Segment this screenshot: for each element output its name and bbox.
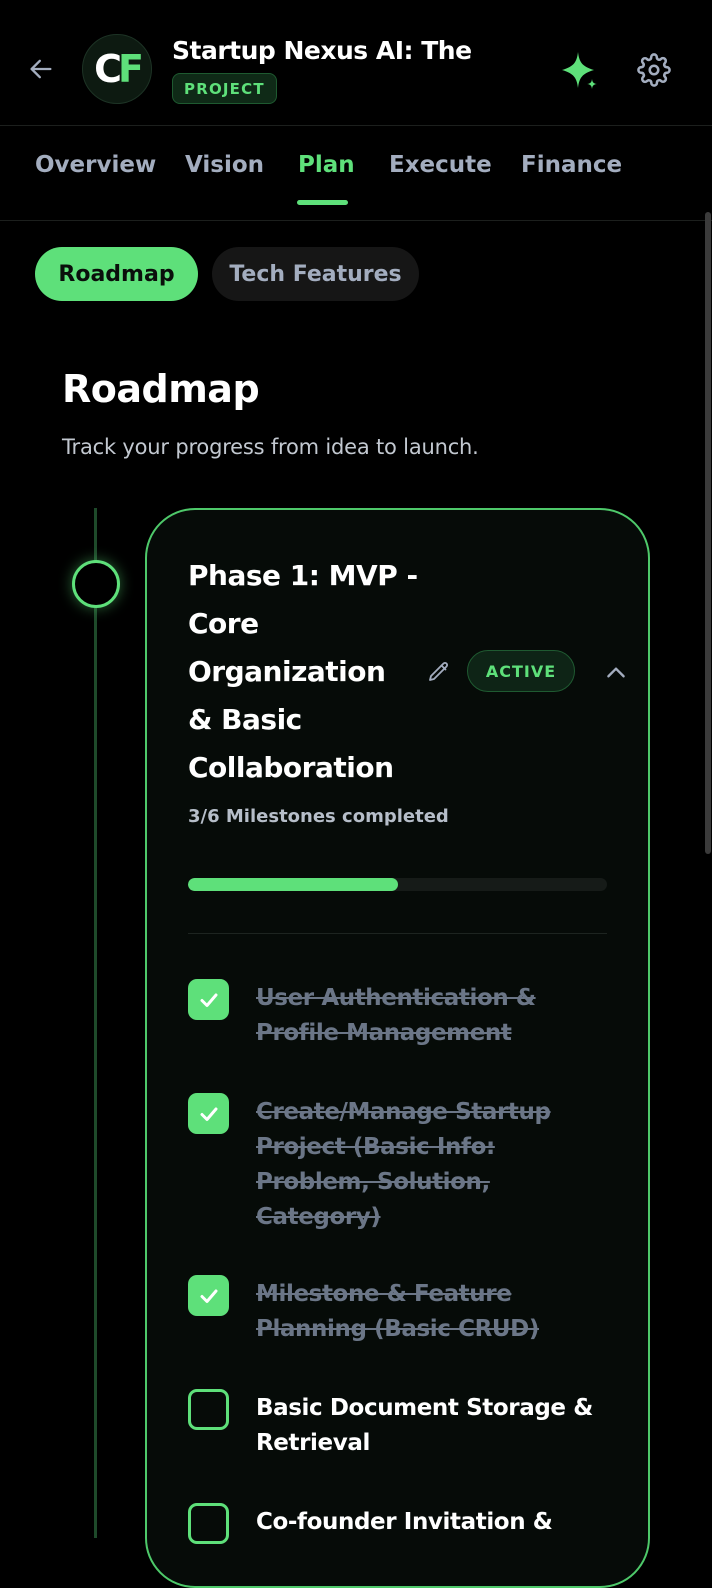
avatar-initial-f: F [117,47,144,91]
milestone-label: Basic Document Storage & Retrieval [256,1395,593,1456]
check-icon [200,1289,217,1303]
settings-button[interactable] [632,48,676,92]
tab-plan[interactable]: Plan [298,152,355,178]
collapse-phase-button[interactable] [600,657,632,689]
project-badge: PROJECT [172,73,277,104]
scrollbar-thumb[interactable] [705,212,711,854]
gear-icon [637,53,671,87]
timeline-node-active [72,560,120,608]
main-tabs: Overview Vision Plan Execute Finance [0,126,712,221]
tab-execute[interactable]: Execute [389,152,492,178]
timeline-line [94,508,97,1538]
tab-finance[interactable]: Finance [521,152,622,178]
active-tab-indicator [297,200,348,205]
milestone-label: Milestone & Feature Planning (Basic CRUD… [256,1281,539,1342]
ai-assistant-button[interactable] [556,48,602,94]
pencil-icon [429,662,448,681]
milestone-checkbox[interactable] [188,979,229,1020]
milestone-label: Create/Manage Startup Project (Basic Inf… [256,1099,551,1230]
milestone-checkbox[interactable] [188,1275,229,1316]
check-icon [200,993,217,1007]
project-avatar: CF [82,34,152,104]
avatar-initial-c: C [94,47,122,91]
milestone-checkbox[interactable] [188,1093,229,1134]
section-subtitle: Track your progress from idea to launch. [62,435,479,459]
milestone-checkbox[interactable] [188,1389,229,1430]
milestone-label: Co-founder Invitation & [256,1509,553,1535]
tab-vision[interactable]: Vision [185,152,264,178]
phase-progress-fill [188,878,398,891]
phase-title: Phase 1: MVP - Core Organization & Basic… [188,559,418,784]
project-title: Startup Nexus AI: The... [172,36,472,65]
subtab-tech-features[interactable]: Tech Features [212,247,419,301]
sparkle-icon [562,52,597,89]
phase-progress-bar [188,878,607,891]
edit-phase-button[interactable] [425,658,453,686]
chevron-up-icon [607,667,625,678]
subtab-roadmap[interactable]: Roadmap [35,247,198,301]
arrow-left-icon [30,59,52,79]
divider [188,933,607,934]
milestones-summary: 3/6 Milestones completed [188,806,449,827]
app-header: CF Startup Nexus AI: The... PROJECT [0,0,712,126]
check-icon [200,1107,217,1121]
phase-status-badge: ACTIVE [467,650,575,692]
section-title: Roadmap [62,367,260,411]
milestone-label: User Authentication & Profile Management [256,985,536,1046]
back-button[interactable] [22,50,60,88]
tab-overview[interactable]: Overview [35,152,156,178]
